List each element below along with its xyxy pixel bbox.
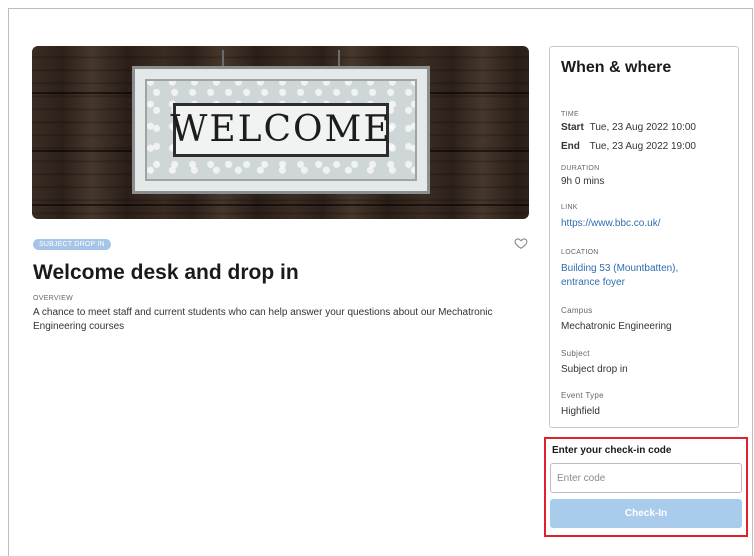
campus-value: Mechatronic Engineering (561, 321, 672, 332)
start-row: Start Tue, 23 Aug 2022 10:00 (561, 121, 731, 135)
event-title: Welcome desk and drop in (33, 261, 299, 284)
event-link[interactable]: https://www.bbc.co.uk/ (561, 217, 731, 231)
end-key: End (561, 141, 580, 152)
event-type-value: Highfield (561, 406, 600, 417)
when-where-card: When & where TIME Start Tue, 23 Aug 2022… (549, 46, 739, 428)
campus-label: Campus (561, 306, 593, 315)
end-row: End Tue, 23 Aug 2022 19:00 (561, 140, 731, 154)
checkin-panel: Enter your check-in code Check-In (544, 437, 748, 537)
duration-label: DURATION (561, 165, 600, 172)
welcome-sign-text: WELCOME (170, 109, 392, 150)
checkin-code-input[interactable] (550, 463, 742, 493)
subject-label: Subject (561, 349, 590, 358)
location-link[interactable]: Building 53 (Mountbatten), entrance foye… (561, 262, 711, 290)
card-heading: When & where (561, 59, 672, 76)
checkin-button[interactable]: Check-In (550, 499, 742, 528)
location-label: LOCATION (561, 249, 599, 256)
heart-icon[interactable] (514, 236, 528, 250)
subject-value: Subject drop in (561, 364, 628, 375)
start-value: Tue, 23 Aug 2022 10:00 (589, 122, 696, 133)
welcome-sign: WELCOME (132, 66, 430, 194)
welcome-sign-panel: WELCOME (170, 103, 392, 157)
wood-plank-line (32, 204, 529, 206)
overview-text: A chance to meet staff and current stude… (33, 307, 493, 332)
duration-value: 9h 0 mins (561, 176, 605, 187)
start-key: Start (561, 122, 584, 133)
overview-label: OVERVIEW (33, 295, 74, 302)
event-type-label: Event Type (561, 391, 604, 400)
end-value: Tue, 23 Aug 2022 19:00 (589, 141, 696, 152)
time-label: TIME (561, 111, 579, 118)
event-hero-image: WELCOME (32, 46, 529, 219)
link-label: LINK (561, 204, 578, 211)
checkin-label: Enter your check-in code (552, 445, 672, 456)
event-category-badge: SUBJECT DROP IN (33, 239, 111, 250)
